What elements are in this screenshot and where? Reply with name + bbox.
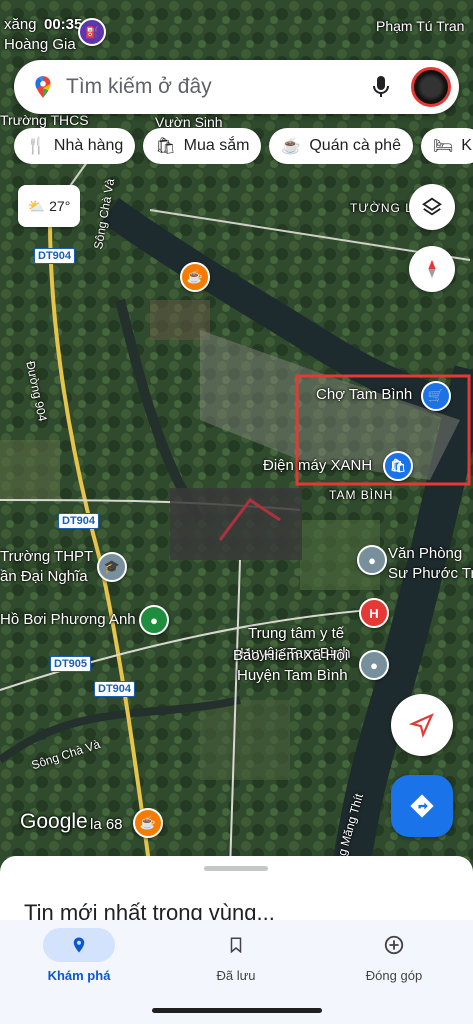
map-label: TAM BÌNH bbox=[329, 488, 394, 502]
bottom-sheet[interactable]: Tin mới nhất trong vùng... bbox=[0, 856, 473, 925]
search-input[interactable]: Tìm kiếm ở đây bbox=[66, 75, 371, 99]
chip-hotels[interactable]: 🛏 K bbox=[420, 128, 473, 164]
add-circle-icon bbox=[358, 928, 430, 962]
layers-icon bbox=[422, 197, 442, 216]
map-label: Trường THCS bbox=[0, 112, 89, 128]
shopping-bag-pin[interactable]: 🛍 bbox=[383, 451, 413, 481]
map-label: Hồ Bơi Phương Anh bbox=[0, 611, 136, 628]
bed-icon: 🛏 bbox=[432, 138, 454, 155]
drag-handle[interactable] bbox=[204, 866, 268, 871]
chip-shopping[interactable]: 🛍 Mua sắm bbox=[143, 128, 262, 164]
bottom-navigation: Khám phá Đã lưu Đóng góp bbox=[0, 920, 473, 1024]
map-label: Chợ Tam Bình bbox=[316, 386, 413, 403]
restaurant-icon: 🍴 bbox=[26, 138, 46, 155]
map-label: Văn Phòng bbox=[388, 545, 463, 562]
coffee-pin[interactable]: ☕ bbox=[133, 808, 163, 838]
office-pin[interactable]: ● bbox=[357, 545, 387, 575]
school-pin[interactable]: 🎓 bbox=[97, 552, 127, 582]
directions-button[interactable] bbox=[391, 775, 453, 837]
map-label: Trường THPT bbox=[0, 548, 94, 565]
coffee-icon: ☕ bbox=[281, 138, 302, 155]
nav-contribute[interactable]: Đóng góp bbox=[334, 928, 454, 983]
map-label: Sư Phước Tr bbox=[388, 565, 473, 582]
search-bar[interactable]: Tìm kiếm ở đây bbox=[14, 60, 459, 114]
map-label: TƯỜNG L bbox=[350, 201, 413, 215]
google-maps-pin-icon bbox=[30, 74, 56, 100]
home-indicator bbox=[152, 1008, 322, 1013]
compass-button[interactable] bbox=[409, 246, 455, 292]
map-label: Huyện Tam Bình bbox=[237, 667, 348, 684]
nav-explore[interactable]: Khám phá bbox=[19, 928, 139, 983]
my-location-button[interactable] bbox=[391, 694, 453, 756]
park-pin[interactable]: ● bbox=[139, 605, 169, 635]
road-tag: DT904 bbox=[58, 513, 100, 529]
map-label: Bảo Hiểm Xã Hội bbox=[233, 647, 349, 664]
coffee-pin[interactable]: ☕ bbox=[180, 262, 210, 292]
chip-restaurants[interactable]: 🍴 Nhà hàng bbox=[14, 128, 136, 164]
map-label: Phạm Tú Tran bbox=[376, 18, 465, 34]
map-label: ần Đại Nghĩa bbox=[0, 568, 88, 585]
location-pin-icon bbox=[43, 928, 115, 962]
microphone-icon[interactable] bbox=[371, 75, 391, 99]
map-poi-pin[interactable]: ⛽ bbox=[78, 18, 106, 46]
map-label: la 68 bbox=[90, 816, 123, 833]
chip-coffee[interactable]: ☕ Quán cà phê bbox=[269, 128, 413, 164]
shopping-bag-icon: 🛍 bbox=[155, 138, 176, 155]
bookmark-icon bbox=[200, 928, 272, 962]
map-label: Trung tâm y tế bbox=[248, 625, 345, 642]
road-tag: DT904 bbox=[34, 248, 76, 264]
google-logo: Google bbox=[20, 810, 88, 833]
hospital-pin[interactable]: H bbox=[359, 598, 389, 628]
weather-widget[interactable]: ⛅ 27° bbox=[18, 185, 80, 227]
map-label: Điện máy XANH bbox=[263, 457, 373, 474]
layers-button[interactable] bbox=[409, 184, 455, 230]
directions-icon bbox=[410, 794, 434, 818]
avatar[interactable] bbox=[411, 67, 451, 107]
navigation-arrow-icon bbox=[409, 713, 434, 738]
category-chips: 🍴 Nhà hàng 🛍 Mua sắm ☕ Quán cà phê 🛏 K bbox=[14, 128, 473, 164]
map-label: xăng bbox=[4, 16, 37, 33]
map-label: Hoàng Gia bbox=[4, 36, 76, 53]
office-pin[interactable]: ● bbox=[359, 650, 389, 680]
road-tag: DT905 bbox=[50, 656, 92, 672]
shopping-cart-pin[interactable]: 🛒 bbox=[421, 381, 451, 411]
cloud-sun-icon: ⛅ bbox=[27, 197, 46, 214]
nav-saved[interactable]: Đã lưu bbox=[176, 928, 296, 983]
road-tag: DT904 bbox=[94, 681, 136, 697]
status-time: 00:35 bbox=[44, 16, 83, 33]
compass-icon bbox=[428, 259, 436, 279]
